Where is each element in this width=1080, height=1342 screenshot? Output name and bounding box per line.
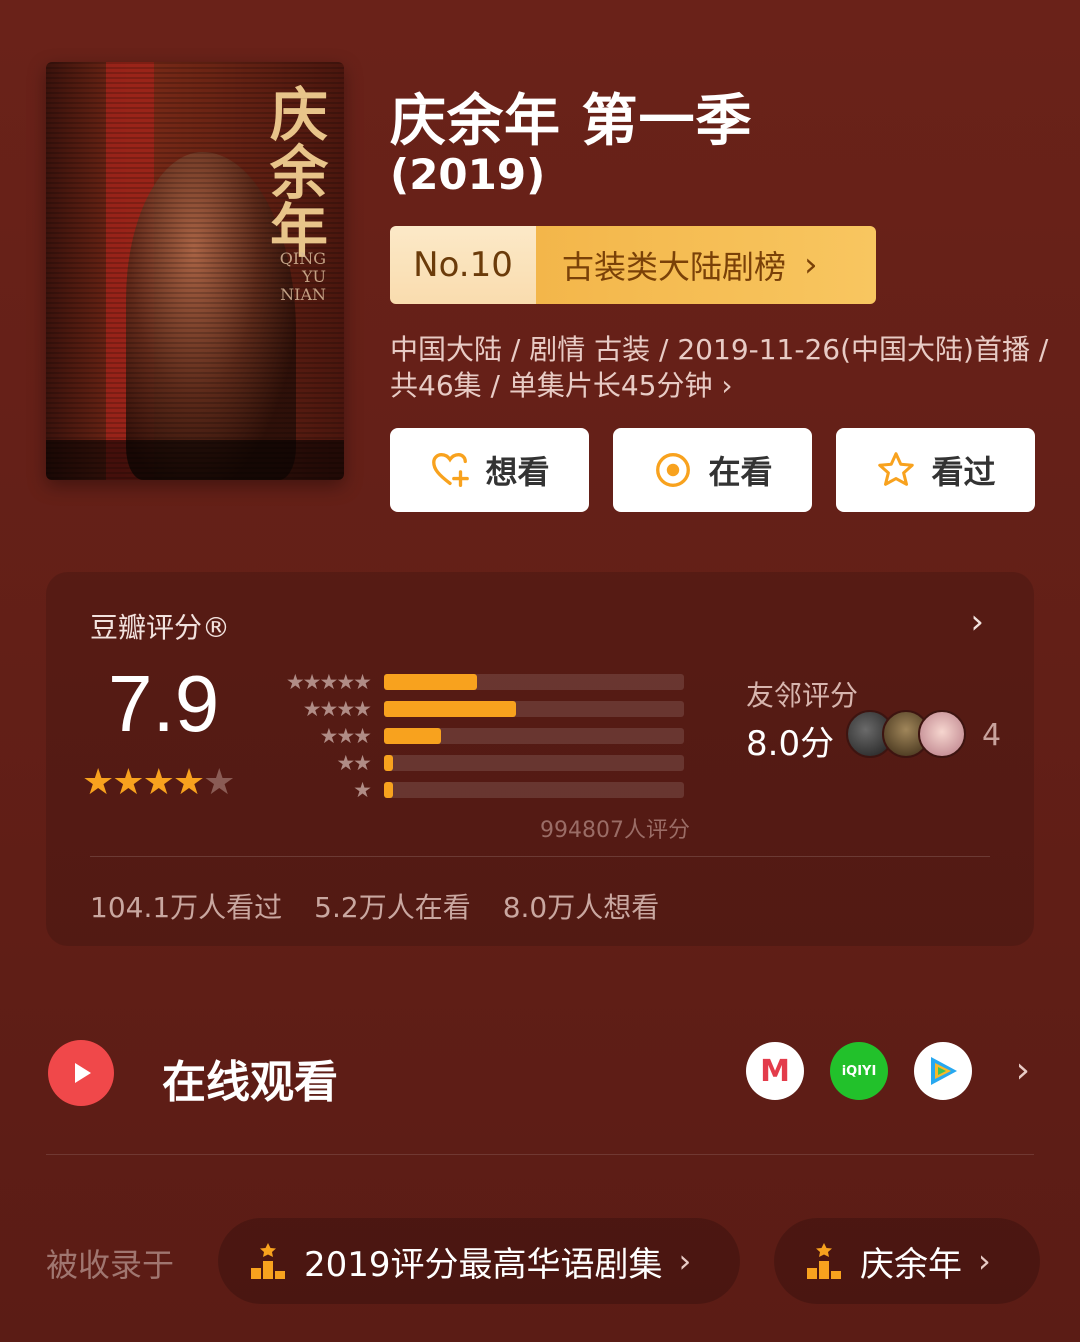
poster-latin-title: QING YU NIAN bbox=[280, 250, 326, 304]
star-icon: ★ bbox=[203, 762, 235, 803]
mgtv-icon[interactable]: M bbox=[746, 1042, 804, 1100]
star-icon: ★ bbox=[112, 762, 144, 803]
friends-rating-label: 友邻评分 bbox=[746, 679, 859, 712]
rating-score: 7.9 bbox=[108, 659, 220, 748]
collection-label: 2019评分最高华语剧集 bbox=[304, 1244, 663, 1285]
collected-in-label: 被收录于 bbox=[46, 1246, 175, 1284]
distribution-row: ★★★★★ bbox=[280, 668, 684, 695]
star-outline-icon bbox=[878, 452, 915, 486]
audience-stats: 104.1万人看过 5.2万人在看 8.0万人想看 bbox=[90, 886, 659, 926]
distribution-stars: ★★★ bbox=[319, 723, 372, 748]
show-year: (2019) bbox=[390, 150, 546, 199]
watch-online-title: 在线观看 bbox=[162, 1057, 338, 1108]
podium-icon bbox=[248, 1241, 288, 1281]
watched-button[interactable]: 看过 bbox=[836, 428, 1035, 512]
chevron-right-icon: › bbox=[678, 1242, 692, 1280]
friends-count: 4 bbox=[982, 718, 1002, 753]
ranking-number: No.10 bbox=[390, 226, 536, 304]
divider bbox=[90, 856, 990, 857]
distribution-bar bbox=[384, 673, 477, 690]
want-to-watch-label: 想看 bbox=[485, 453, 550, 491]
rating-card[interactable]: 豆瓣评分® › 7.9 ★★★★★ ★★★★★ ★★★★ ★★★ ★★ ★ 994807… bbox=[46, 572, 1034, 946]
poster-calligraphy: 庆余年 bbox=[260, 84, 328, 258]
rating-distribution: ★★★★★ ★★★★ ★★★ ★★ ★ bbox=[280, 668, 684, 803]
watch-online-row[interactable]: 在线观看 M iQIYI › bbox=[46, 1030, 1034, 1120]
iqiyi-icon[interactable]: iQIYI bbox=[830, 1042, 888, 1100]
distribution-bar bbox=[384, 700, 516, 717]
heart-plus-icon bbox=[432, 453, 470, 487]
distribution-track bbox=[384, 727, 684, 744]
chevron-right-icon[interactable]: › bbox=[970, 602, 984, 642]
distribution-bar bbox=[384, 754, 393, 771]
distribution-track bbox=[384, 673, 684, 690]
distribution-bar bbox=[384, 727, 441, 744]
watched-label: 看过 bbox=[931, 453, 996, 491]
poster-latin-line: YU bbox=[301, 267, 326, 286]
poster-latin-line: NIAN bbox=[280, 285, 326, 304]
distribution-row: ★★★★ bbox=[280, 695, 684, 722]
star-icon: ★ bbox=[172, 762, 205, 803]
distribution-track bbox=[384, 700, 684, 717]
distribution-stars: ★ bbox=[353, 777, 372, 802]
rating-label: 豆瓣评分® bbox=[90, 611, 231, 644]
target-circle-icon bbox=[656, 453, 691, 487]
watching-label: 在看 bbox=[708, 453, 773, 491]
action-buttons: 想看 在看 看过 bbox=[390, 428, 1035, 512]
watching-button[interactable]: 在看 bbox=[613, 428, 812, 512]
watching-count: 5.2万人在看 bbox=[314, 891, 471, 924]
chevron-right-icon: › bbox=[978, 1242, 991, 1280]
divider bbox=[46, 1154, 1034, 1155]
collection-pill[interactable]: 2019评分最高华语剧集 › bbox=[218, 1218, 740, 1304]
star-icon: ★ bbox=[142, 762, 175, 803]
poster-credits bbox=[46, 440, 344, 480]
poster-latin-line: QING bbox=[279, 249, 326, 268]
friends-avatars[interactable] bbox=[846, 710, 966, 758]
distribution-stars: ★★★★★ bbox=[285, 669, 372, 694]
distribution-track bbox=[384, 754, 684, 771]
ranking-board: 古装类大陆剧榜 › bbox=[536, 226, 876, 304]
distribution-stars: ★★★★ bbox=[302, 696, 372, 721]
show-title: 庆余年 第一季 bbox=[390, 89, 753, 154]
friends-rating-score: 8.0分 bbox=[746, 724, 835, 764]
tencent-video-icon[interactable] bbox=[914, 1042, 972, 1100]
ranking-board-label: 古装类大陆剧榜 bbox=[562, 248, 787, 286]
rating-count: 994807人评分 bbox=[540, 818, 690, 843]
distribution-row: ★★ bbox=[280, 749, 684, 776]
collection-pill[interactable]: 庆余年 › bbox=[774, 1218, 1040, 1304]
ranking-badge[interactable]: No.10 古装类大陆剧榜 › bbox=[390, 226, 876, 304]
avatar bbox=[918, 710, 966, 758]
distribution-stars: ★★ bbox=[336, 750, 372, 775]
platform-list: M iQIYI bbox=[746, 1042, 972, 1100]
chevron-right-icon: › bbox=[804, 245, 818, 285]
distribution-row: ★ bbox=[280, 776, 684, 803]
star-icon: ★ bbox=[82, 762, 114, 803]
collection-label: 庆余年 bbox=[860, 1244, 962, 1285]
poster-image[interactable]: 庆余年 QING YU NIAN bbox=[46, 62, 344, 480]
rating-stars: ★★★★★ bbox=[82, 762, 235, 803]
want-count: 8.0万人想看 bbox=[502, 891, 660, 924]
distribution-bar bbox=[384, 781, 393, 798]
chevron-right-icon: › bbox=[1015, 1050, 1030, 1091]
distribution-row: ★★★ bbox=[280, 722, 684, 749]
play-icon bbox=[48, 1040, 114, 1106]
want-to-watch-button[interactable]: 想看 bbox=[390, 428, 589, 512]
podium-icon bbox=[804, 1241, 844, 1281]
show-meta-info[interactable]: 中国大陆 / 剧情 古装 / 2019-11-26(中国大陆)首播 / 共46集… bbox=[390, 332, 1050, 404]
distribution-track bbox=[384, 781, 684, 798]
watched-count: 104.1万人看过 bbox=[90, 891, 283, 924]
